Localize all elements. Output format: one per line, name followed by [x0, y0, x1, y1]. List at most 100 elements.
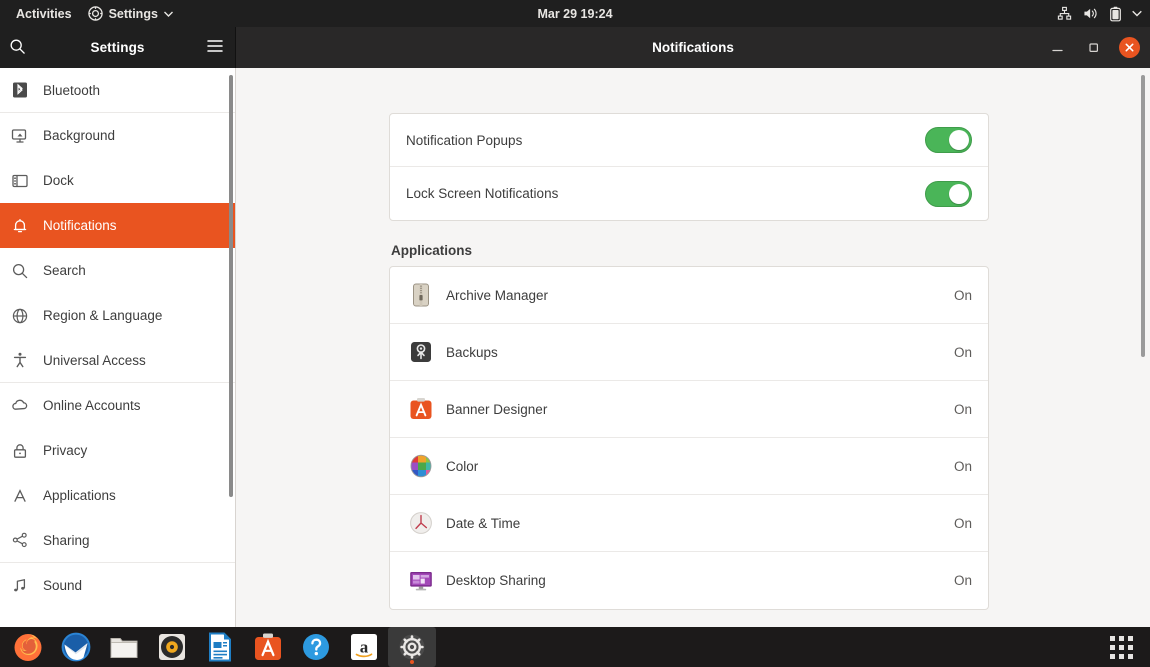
content-header: Notifications [236, 27, 1150, 68]
settings-cog-icon [88, 6, 103, 21]
status-indicators[interactable] [1057, 0, 1142, 27]
dock-item-amazon[interactable]: a [340, 627, 388, 667]
apps-grid-icon [1110, 636, 1133, 659]
settings-window: Settings Notifications [0, 27, 1150, 627]
app-row-banner-designer[interactable]: Banner Designer On [390, 381, 988, 438]
window-body: Bluetooth Background [0, 68, 1150, 627]
applications-heading: Applications [391, 243, 989, 258]
dock-item-rhythmbox[interactable] [148, 627, 196, 667]
clock-button[interactable]: Mar 29 19:24 [537, 7, 612, 21]
app-state: On [954, 288, 972, 303]
dock-item-thunderbird[interactable] [52, 627, 100, 667]
maximize-button[interactable] [1083, 38, 1103, 58]
volume-icon [1083, 6, 1099, 21]
app-menu-button[interactable]: Settings [80, 3, 181, 24]
dock-item-libreoffice-writer[interactable] [196, 627, 244, 667]
sidebar-item-label: Search [43, 263, 86, 278]
app-row-date-time[interactable]: Date & Time On [390, 495, 988, 552]
row-lock-screen-notifications[interactable]: Lock Screen Notifications [390, 167, 988, 220]
sidebar-item-region-language[interactable]: Region & Language [0, 293, 235, 338]
app-row-color[interactable]: Color On [390, 438, 988, 495]
sidebar-item-sound[interactable]: Sound [0, 563, 235, 608]
show-applications-button[interactable] [1092, 627, 1150, 667]
sidebar-item-label: Online Accounts [43, 398, 141, 413]
app-name: Banner Designer [446, 402, 954, 417]
app-name: Desktop Sharing [446, 573, 954, 588]
notification-popups-toggle[interactable] [925, 127, 972, 153]
hamburger-menu-icon[interactable] [207, 39, 223, 58]
battery-icon [1110, 6, 1121, 22]
sidebar-item-notifications[interactable]: Notifications [0, 203, 235, 248]
help-icon [300, 631, 332, 663]
sidebar-header: Settings [0, 27, 236, 68]
search-icon [10, 261, 30, 281]
lock-screen-notifications-toggle[interactable] [925, 181, 972, 207]
content-scrollbar[interactable] [1141, 75, 1145, 357]
svg-text:a: a [360, 638, 369, 657]
minimize-button[interactable] [1047, 38, 1067, 58]
app-menu-label: Settings [109, 7, 158, 21]
window-controls [1047, 27, 1140, 68]
app-state: On [954, 516, 972, 531]
page-title: Notifications [236, 40, 1150, 55]
desktop-screen: Activities Settings Mar 29 19:24 [0, 0, 1150, 667]
dock-item-settings[interactable] [388, 627, 436, 667]
row-label: Notification Popups [406, 133, 925, 148]
general-notifications-card: Notification Popups Lock Screen Notifica… [389, 113, 989, 221]
libreoffice-writer-icon [204, 631, 236, 663]
sidebar-item-universal-access[interactable]: Universal Access [0, 338, 235, 383]
bluetooth-icon [10, 80, 30, 100]
sidebar-item-background[interactable]: Background [0, 113, 235, 158]
sidebar-item-sharing[interactable]: Sharing [0, 518, 235, 563]
app-name: Backups [446, 345, 954, 360]
app-state: On [954, 402, 972, 417]
dock-item-help[interactable] [292, 627, 340, 667]
sidebar-item-dock[interactable]: Dock [0, 158, 235, 203]
settings-content-pane: Notification Popups Lock Screen Notifica… [236, 68, 1150, 627]
app-row-desktop-sharing[interactable]: Desktop Sharing On [390, 552, 988, 609]
network-icon [1057, 6, 1072, 21]
dock-item-files[interactable] [100, 627, 148, 667]
dock-item-banner-designer[interactable] [244, 627, 292, 667]
thunderbird-icon [60, 631, 92, 663]
sidebar-item-label: Applications [43, 488, 116, 503]
sidebar-item-label: Sharing [43, 533, 90, 548]
share-nodes-icon [10, 530, 30, 550]
letter-a-icon [10, 486, 30, 506]
sidebar-item-online-accounts[interactable]: Online Accounts [0, 383, 235, 428]
settings-sidebar: Bluetooth Background [0, 68, 236, 627]
sidebar-item-label: Privacy [43, 443, 87, 458]
bell-icon [10, 216, 30, 236]
row-notification-popups[interactable]: Notification Popups [390, 114, 988, 167]
system-menu-chevron-icon [1132, 10, 1142, 17]
dock-item-list: a [0, 627, 436, 667]
activities-button[interactable]: Activities [8, 4, 80, 24]
close-button[interactable] [1119, 37, 1140, 58]
color-icon [408, 453, 434, 479]
sidebar-item-privacy[interactable]: Privacy [0, 428, 235, 473]
sidebar-item-bluetooth[interactable]: Bluetooth [0, 68, 235, 113]
rhythmbox-icon [156, 631, 188, 663]
row-label: Lock Screen Notifications [406, 186, 925, 201]
search-icon[interactable] [9, 38, 26, 60]
amazon-icon: a [348, 631, 380, 663]
cloud-icon [10, 396, 30, 416]
backups-icon [408, 339, 434, 365]
settings-gear-icon [396, 631, 428, 663]
sidebar-scrollbar[interactable] [229, 75, 233, 497]
app-state: On [954, 345, 972, 360]
globe-icon [10, 306, 30, 326]
archive-manager-icon [408, 282, 434, 308]
app-name: Color [446, 459, 954, 474]
app-row-archive-manager[interactable]: Archive Manager On [390, 267, 988, 324]
sidebar-item-label: Sound [43, 578, 82, 593]
background-icon [10, 126, 30, 146]
accessibility-icon [10, 350, 30, 370]
app-row-backups[interactable]: Backups On [390, 324, 988, 381]
sidebar-item-applications[interactable]: Applications [0, 473, 235, 518]
dock-item-firefox[interactable] [4, 627, 52, 667]
app-state: On [954, 573, 972, 588]
files-icon [108, 631, 140, 663]
banner-designer-icon [408, 396, 434, 422]
sidebar-item-search[interactable]: Search [0, 248, 235, 293]
